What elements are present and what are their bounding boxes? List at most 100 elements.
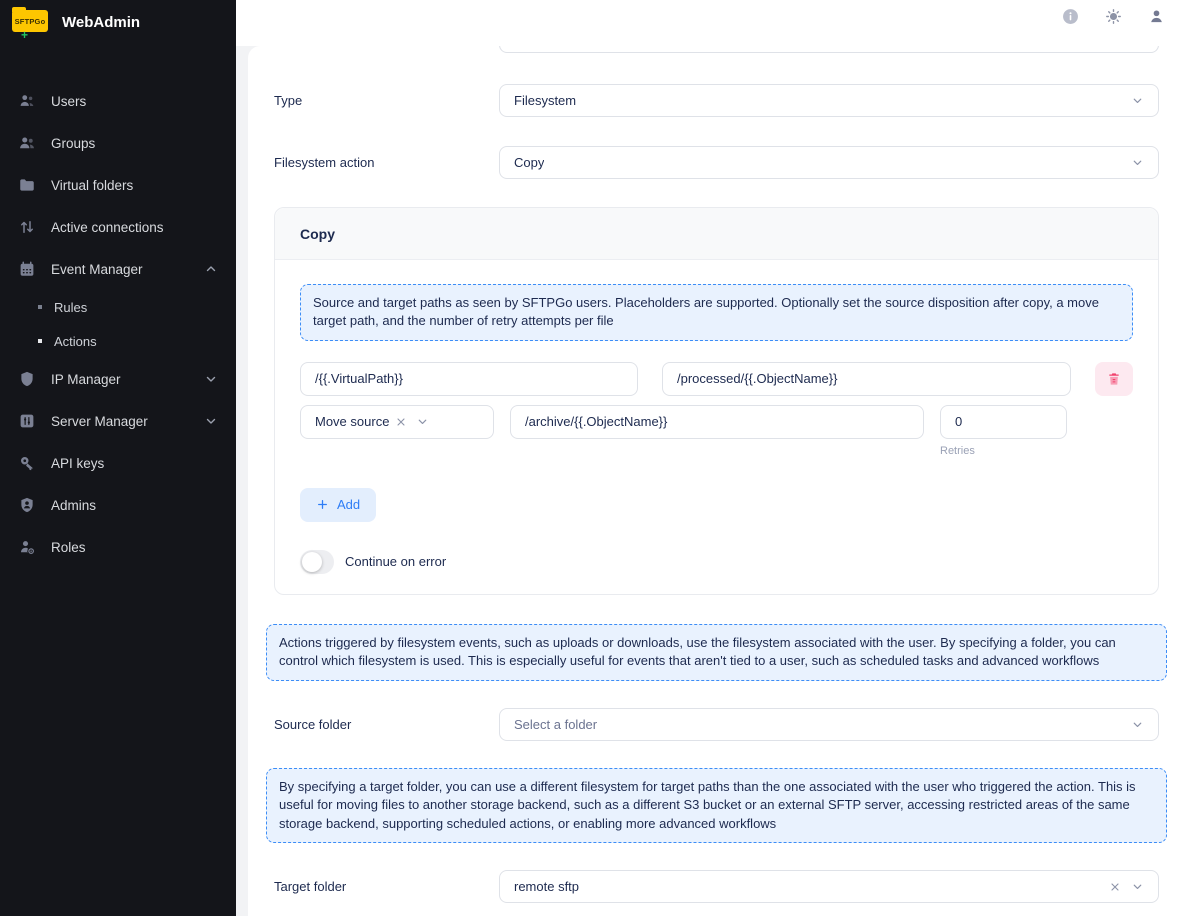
clear-icon[interactable] <box>395 416 407 428</box>
groups-icon <box>18 134 36 152</box>
topbar <box>236 0 1179 46</box>
chevron-down-icon <box>204 414 218 428</box>
source-folder-info-box: Actions triggered by filesystem events, … <box>266 624 1167 681</box>
target-folder-row: Target folder remote sftp <box>274 870 1159 903</box>
form-card: Type Filesystem Filesystem action Copy <box>248 46 1179 916</box>
sidebar-item-label: Server Manager <box>51 414 148 429</box>
main-area: Type Filesystem Filesystem action Copy <box>236 0 1179 916</box>
disposition-value: Move source <box>315 414 389 429</box>
sidebar-item-api-keys[interactable]: API keys <box>0 442 236 484</box>
copy-section-title: Copy <box>300 226 335 242</box>
fs-action-select-value: Copy <box>514 155 544 170</box>
fs-action-select[interactable]: Copy <box>499 146 1159 179</box>
copy-section: Copy Source and target paths as seen by … <box>274 207 1159 595</box>
target-path-value: /processed/{{.ObjectName}} <box>677 371 837 386</box>
source-path-input[interactable]: /{{.VirtualPath}} <box>300 362 638 396</box>
shield-icon <box>18 370 36 388</box>
retries-field: 0 Retries <box>940 405 1067 457</box>
info-icon[interactable] <box>1061 7 1079 25</box>
key-icon <box>18 454 36 472</box>
calendar-icon <box>18 260 36 278</box>
type-select[interactable]: Filesystem <box>499 84 1159 117</box>
brand[interactable]: SFTPGo + WebAdmin <box>0 0 236 44</box>
add-button[interactable]: Add <box>300 488 376 522</box>
copy-section-body: Source and target paths as seen by SFTPG… <box>275 260 1158 594</box>
target-folder-value: remote sftp <box>514 879 579 894</box>
sidebar-item-roles[interactable]: Roles <box>0 526 236 568</box>
chevron-up-icon <box>204 262 218 276</box>
sidebar-item-label: Virtual folders <box>51 178 133 193</box>
target-path-input[interactable]: /processed/{{.ObjectName}} <box>662 362 1071 396</box>
user-gear-icon <box>18 538 36 556</box>
sidebar-item-users[interactable]: Users <box>0 80 236 122</box>
retries-help-text: Retries <box>940 445 1067 457</box>
sidebar-item-label: Users <box>51 94 86 109</box>
theme-toggle-icon[interactable] <box>1104 7 1122 25</box>
sidebar-item-label: IP Manager <box>51 372 121 387</box>
shield-user-icon <box>18 496 36 514</box>
sidebar-item-label: Admins <box>51 498 96 513</box>
source-folder-row: Source folder Select a folder <box>274 708 1159 741</box>
copy-section-header: Copy <box>275 208 1158 260</box>
continue-on-error-toggle[interactable] <box>300 550 334 574</box>
sidebar-item-server-manager[interactable]: Server Manager <box>0 400 236 442</box>
retries-input[interactable]: 0 <box>940 405 1067 439</box>
plus-icon <box>316 498 329 511</box>
trash-icon <box>1106 371 1122 387</box>
source-path-value: /{{.VirtualPath}} <box>315 371 403 386</box>
move-target-path-value: /archive/{{.ObjectName}} <box>525 414 667 429</box>
sidebar-item-virtual-folders[interactable]: Virtual folders <box>0 164 236 206</box>
source-folder-select[interactable]: Select a folder <box>499 708 1159 741</box>
delete-row-button[interactable] <box>1095 362 1133 396</box>
user-menu-icon[interactable] <box>1147 7 1165 25</box>
folder-icon <box>18 176 36 194</box>
app-title: WebAdmin <box>62 14 140 31</box>
chevron-down-icon <box>1131 94 1144 107</box>
copy-info-box: Source and target paths as seen by SFTPG… <box>300 284 1133 341</box>
chevron-down-icon <box>1131 880 1144 893</box>
copy-options-row: Move source /archive/{{.ObjectN <box>300 405 1133 457</box>
sidebar-item-admins[interactable]: Admins <box>0 484 236 526</box>
type-label: Type <box>274 93 499 108</box>
type-select-value: Filesystem <box>514 93 576 108</box>
sidebar-item-label: Active connections <box>51 220 164 235</box>
chevron-down-icon <box>1131 156 1144 169</box>
partial-input[interactable] <box>499 46 1159 53</box>
sidebar: SFTPGo + WebAdmin Users Groups <box>0 0 236 916</box>
sidebar-subitem-label: Actions <box>54 334 97 349</box>
sidebar-item-label: Roles <box>51 540 86 555</box>
app-root: SFTPGo + WebAdmin Users Groups <box>0 0 1179 916</box>
source-folder-placeholder: Select a folder <box>514 717 597 732</box>
copy-paths-row: /{{.VirtualPath}} /processed/{{.ObjectNa… <box>300 362 1133 396</box>
sidebar-item-groups[interactable]: Groups <box>0 122 236 164</box>
continue-on-error-row: Continue on error <box>300 550 1133 574</box>
sidebar-item-actions[interactable]: Actions <box>0 324 236 358</box>
source-folder-label: Source folder <box>274 717 499 732</box>
target-folder-select[interactable]: remote sftp <box>499 870 1159 903</box>
sidebar-item-label: Groups <box>51 136 95 151</box>
sidebar-item-rules[interactable]: Rules <box>0 290 236 324</box>
sidebar-subitem-label: Rules <box>54 300 87 315</box>
arrows-up-down-icon <box>18 218 36 236</box>
sidebar-item-ip-manager[interactable]: IP Manager <box>0 358 236 400</box>
target-folder-info-box: By specifying a target folder, you can u… <box>266 768 1167 843</box>
bullet-icon <box>38 339 42 343</box>
users-icon <box>18 92 36 110</box>
target-folder-label: Target folder <box>274 879 499 894</box>
type-row: Type Filesystem <box>274 84 1159 117</box>
content-wrapper: Type Filesystem Filesystem action Copy <box>236 46 1179 916</box>
fs-action-label: Filesystem action <box>274 155 499 170</box>
continue-on-error-label: Continue on error <box>345 554 446 569</box>
bullet-icon <box>38 305 42 309</box>
sidebar-item-label: API keys <box>51 456 104 471</box>
sidebar-item-event-manager[interactable]: Event Manager <box>0 248 236 290</box>
sidebar-item-active-connections[interactable]: Active connections <box>0 206 236 248</box>
clear-icon[interactable] <box>1109 881 1121 893</box>
chevron-down-icon <box>204 372 218 386</box>
sftpgo-logo-icon: SFTPGo + <box>12 7 48 37</box>
sidebar-nav: Users Groups Virtual folders Active conn… <box>0 80 236 568</box>
sliders-icon <box>18 412 36 430</box>
move-target-path-input[interactable]: /archive/{{.ObjectName}} <box>510 405 924 439</box>
add-button-label: Add <box>337 497 360 512</box>
disposition-select[interactable]: Move source <box>300 405 494 439</box>
